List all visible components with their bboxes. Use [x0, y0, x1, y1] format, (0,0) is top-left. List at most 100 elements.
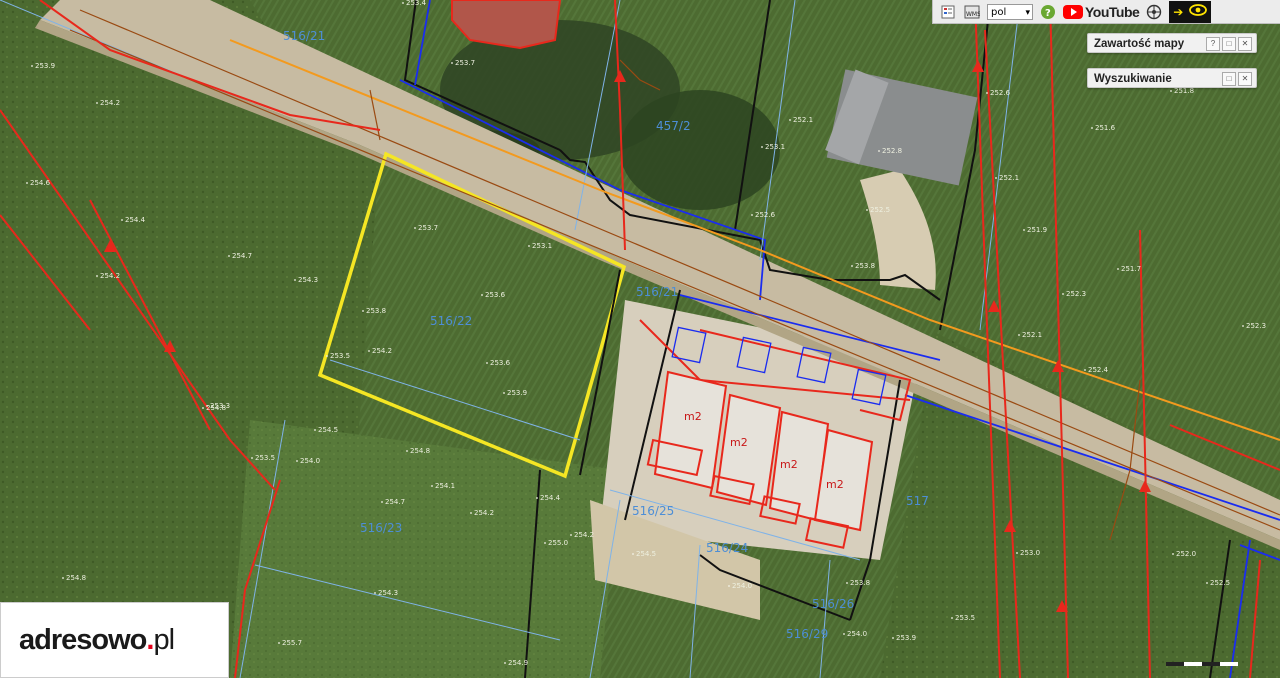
- elevation-label: 253.8: [855, 262, 875, 270]
- elevation-marker: [296, 460, 298, 462]
- panel-help-button[interactable]: ?: [1206, 37, 1220, 51]
- elevation-marker: [26, 182, 28, 184]
- elevation-marker: [951, 617, 953, 619]
- elevation-label: 253.9: [35, 62, 55, 70]
- elevation-marker: [1091, 127, 1093, 129]
- panel-maximize-button[interactable]: □: [1222, 72, 1236, 86]
- elevation-marker: [1117, 268, 1119, 270]
- elevation-label: 253.6: [490, 359, 511, 367]
- elevation-marker: [843, 633, 845, 635]
- elevation-marker: [503, 392, 505, 394]
- elevation-marker: [481, 294, 483, 296]
- elevation-label: 252.5: [870, 206, 890, 214]
- wms-icon[interactable]: WMS: [963, 3, 981, 21]
- elevation-label: 254.1: [435, 482, 455, 490]
- elevation-marker: [62, 577, 64, 579]
- elevation-marker: [851, 265, 853, 267]
- elevation-marker: [1242, 325, 1244, 327]
- youtube-link[interactable]: YouTube: [1063, 3, 1140, 20]
- visibility-toggle[interactable]: ➔: [1169, 0, 1212, 23]
- elevation-label: 253.8: [366, 307, 386, 315]
- elevation-marker: [470, 512, 472, 514]
- svg-text:WMS: WMS: [966, 11, 980, 18]
- map-toolbar: WMS pol ? YouTube ➔: [932, 0, 1280, 24]
- elevation-label: 251.7: [1121, 265, 1141, 273]
- elevation-label: 251.8: [1174, 87, 1194, 95]
- elevation-marker: [986, 92, 988, 94]
- search-panel[interactable]: Wyszukiwanie □ ✕: [1087, 68, 1257, 88]
- adresowo-logo[interactable]: adresowo.pl: [0, 602, 229, 678]
- elevation-marker: [1023, 229, 1025, 231]
- elevation-label: 254.8: [66, 574, 86, 582]
- elevation-label: 251.6: [1095, 124, 1116, 132]
- svg-text:?: ?: [1045, 8, 1051, 19]
- building-label: m2: [780, 458, 798, 471]
- map-contents-title: Zawartość mapy: [1094, 38, 1185, 50]
- panel-maximize-button[interactable]: □: [1222, 37, 1236, 51]
- language-select[interactable]: pol: [987, 3, 1033, 21]
- parcel-label: 516/23: [360, 521, 402, 535]
- elevation-marker: [368, 350, 370, 352]
- building-label: m2: [730, 436, 748, 449]
- tree-cluster: [620, 90, 780, 210]
- elevation-label: 253.0: [1020, 549, 1040, 557]
- elevation-marker: [878, 150, 880, 152]
- elevation-label: 254.0: [847, 630, 867, 638]
- elevation-marker: [1170, 90, 1172, 92]
- elevation-label: 252.3: [1066, 290, 1086, 298]
- building-label: m2: [826, 478, 844, 491]
- elevation-label: 252.1: [1022, 331, 1042, 339]
- elevation-marker: [761, 146, 763, 148]
- elevation-label: 253.1: [765, 143, 785, 151]
- parcel-label: 516/21: [636, 285, 678, 299]
- legend-icon[interactable]: [939, 3, 957, 21]
- elevation-label: 253.7: [418, 224, 438, 232]
- settings-icon[interactable]: [1145, 3, 1163, 21]
- panel-close-button[interactable]: ✕: [1238, 72, 1252, 86]
- logo-name: adresowo: [19, 623, 147, 656]
- elevation-marker: [1016, 552, 1018, 554]
- elevation-label: 252.0: [1176, 550, 1196, 558]
- elevation-label: 254.4: [125, 216, 146, 224]
- elevation-label: 253.1: [532, 242, 552, 250]
- elevation-marker: [866, 209, 868, 211]
- elevation-marker: [751, 214, 753, 216]
- elevation-marker: [1172, 553, 1174, 555]
- elevation-marker: [1018, 334, 1020, 336]
- arrow-right-icon: ➔: [1173, 4, 1184, 19]
- help-icon[interactable]: ?: [1039, 3, 1057, 21]
- elevation-label: 254.5: [318, 426, 338, 434]
- elevation-label: 255.7: [282, 639, 302, 647]
- elevation-label: 254.2: [372, 347, 392, 355]
- elevation-label: 253.5: [955, 614, 975, 622]
- panel-close-button[interactable]: ✕: [1238, 37, 1252, 51]
- parcel-label: 516/24: [706, 541, 748, 555]
- elevation-marker: [31, 65, 33, 67]
- elevation-marker: [451, 62, 453, 64]
- elevation-marker: [528, 245, 530, 247]
- elevation-label: 254.2: [574, 531, 594, 539]
- elevation-marker: [995, 177, 997, 179]
- elevation-marker: [294, 279, 296, 281]
- map-contents-panel[interactable]: Zawartość mapy ? □ ✕: [1087, 33, 1257, 53]
- youtube-label: YouTube: [1085, 3, 1140, 20]
- elevation-label: 254.2: [474, 509, 494, 517]
- elevation-marker: [381, 501, 383, 503]
- elevation-marker: [314, 429, 316, 431]
- elevation-label: 253.5: [255, 454, 275, 462]
- elevation-marker: [1084, 369, 1086, 371]
- elevation-label: 252.6: [990, 89, 1011, 97]
- elevation-marker: [1062, 293, 1064, 295]
- parcel-label: 516/25: [632, 504, 674, 518]
- elevation-marker: [892, 637, 894, 639]
- elevation-marker: [362, 310, 364, 312]
- elevation-label: 255.0: [548, 539, 568, 547]
- elevation-label: 252.5: [1210, 579, 1230, 587]
- cadastral-map[interactable]: 516/22 516/21 516/23 516/25 516/24 516/2…: [0, 0, 1280, 678]
- elevation-marker: [544, 542, 546, 544]
- elevation-marker: [431, 485, 433, 487]
- elevation-marker: [374, 592, 376, 594]
- elevation-label: 254.0: [732, 582, 752, 590]
- parcel-label: 517: [906, 494, 929, 508]
- elevation-label: 254.0: [300, 457, 320, 465]
